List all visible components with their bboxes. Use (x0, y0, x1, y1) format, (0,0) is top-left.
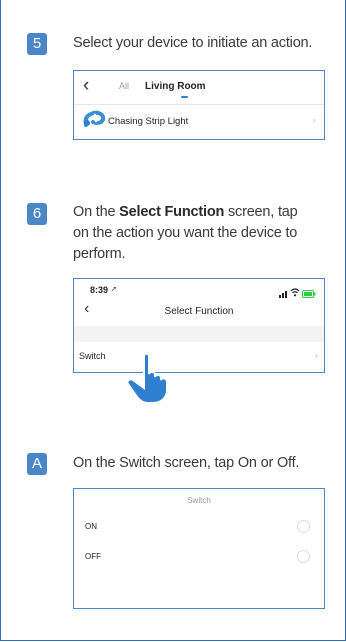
chevron-right-icon: › (312, 115, 316, 127)
battery-icon (302, 285, 316, 303)
chevron-right-icon: › (314, 350, 318, 362)
option-label: OFF (85, 552, 101, 561)
switch-screen: Switch ON OFF (73, 488, 325, 609)
row-label: Switch (79, 351, 106, 361)
screen-title: Select Function (164, 306, 234, 317)
step-badge: A (27, 453, 47, 475)
step-badge: 6 (27, 203, 47, 225)
tab-active-indicator (181, 96, 188, 98)
device-list-screen: ‹ All Living Room Chasing Strip Light › (73, 70, 325, 140)
location-arrow-icon: ➚ (111, 286, 117, 293)
tab-living-room[interactable]: Living Room (145, 81, 206, 92)
step-instruction: On the Switch screen, tap On or Off. (73, 455, 300, 471)
strip-light-icon (83, 109, 106, 134)
step-instruction: Select your device to initiate an action… (73, 35, 313, 51)
option-label: ON (85, 522, 97, 531)
switch-row[interactable]: Switch › (74, 342, 324, 372)
select-function-screen: 8:39 ➚ ‹ Select Function Switch › (73, 278, 325, 373)
option-off-row[interactable]: OFF (74, 546, 324, 571)
signal-icon (279, 285, 289, 303)
device-name: Chasing Strip Light (108, 116, 189, 127)
option-on-row[interactable]: ON (74, 513, 324, 538)
screen-title: Switch (187, 496, 211, 505)
tab-all[interactable]: All (119, 81, 129, 91)
wifi-icon (290, 284, 300, 302)
instruction-text: On the (73, 204, 120, 220)
device-row[interactable]: Chasing Strip Light › (74, 105, 324, 139)
instruction-emphasis: Select Function (119, 204, 225, 220)
section-gap (74, 326, 324, 342)
tap-hand-icon (124, 352, 179, 409)
step-badge: 5 (27, 33, 47, 55)
radio-icon[interactable] (297, 550, 310, 563)
back-chevron-icon[interactable]: ‹ (83, 75, 89, 97)
radio-icon[interactable] (297, 520, 310, 533)
step-instruction: On the Select Function screen, tap on th… (73, 202, 299, 265)
status-time: 8:39 (90, 285, 109, 295)
